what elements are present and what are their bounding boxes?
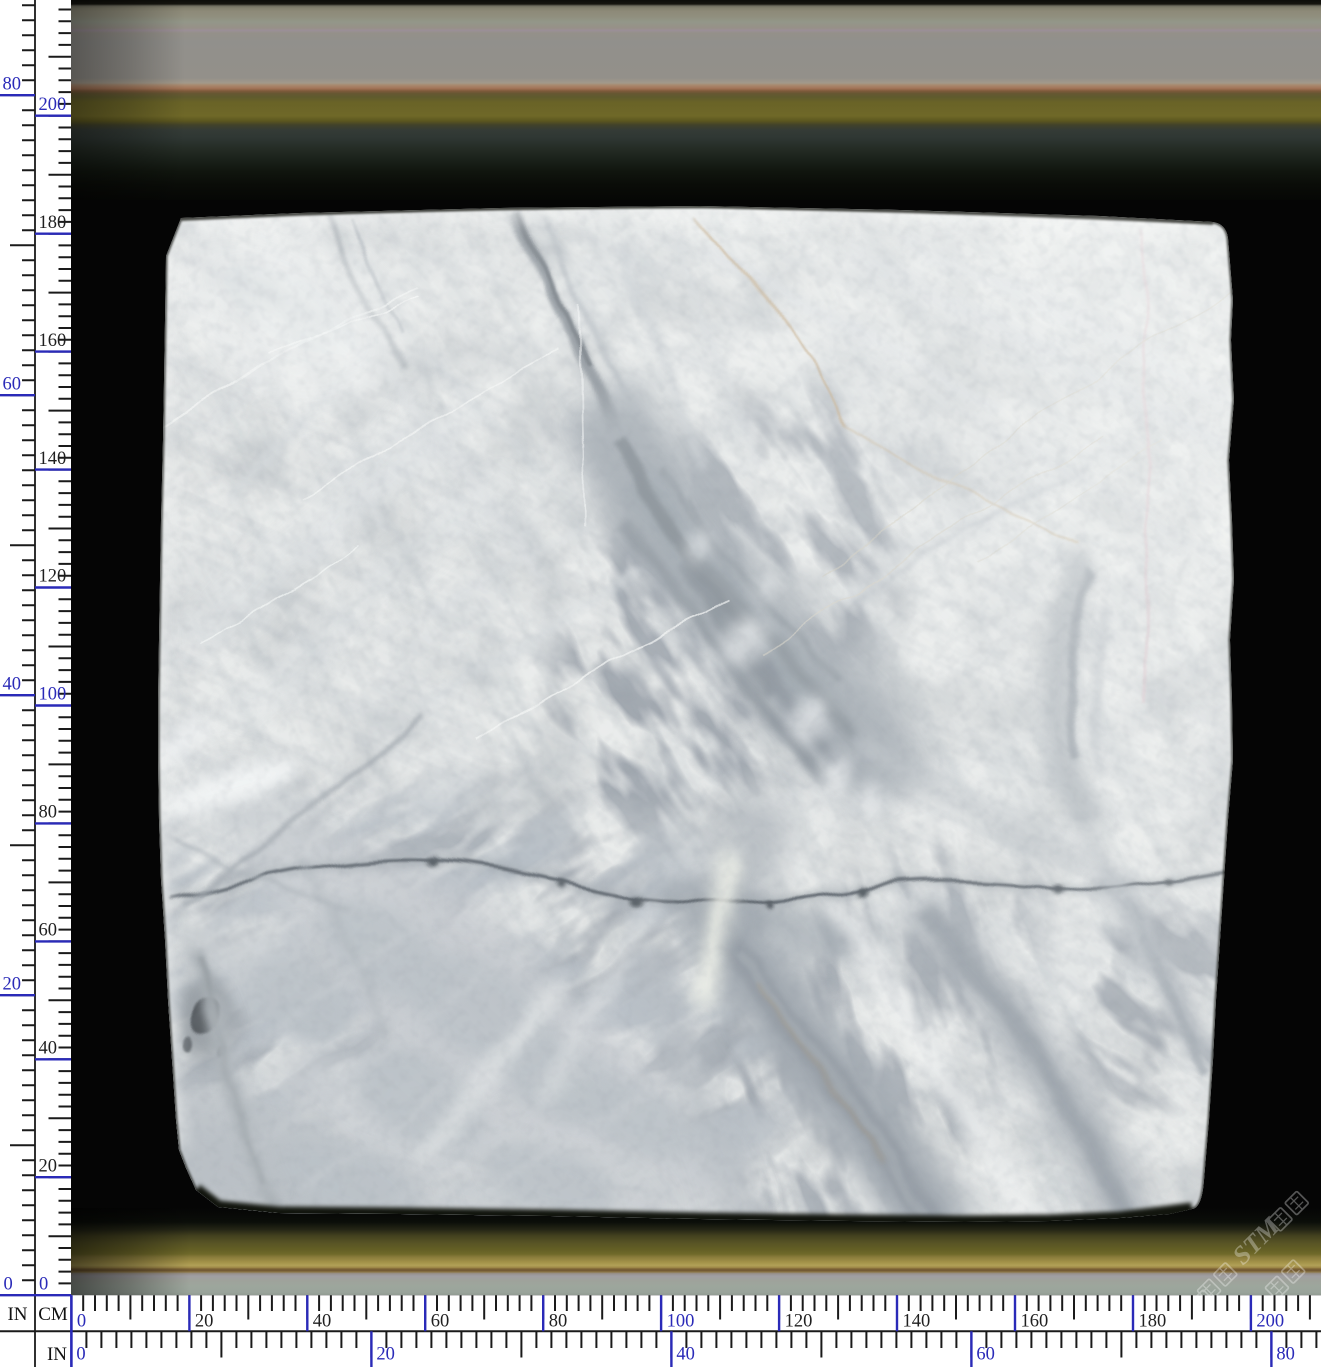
svg-text:60: 60 (431, 1312, 450, 1332)
svg-text:60: 60 (3, 374, 22, 394)
svg-text:20: 20 (3, 974, 22, 994)
svg-text:60: 60 (39, 921, 58, 941)
svg-text:180: 180 (1139, 1312, 1167, 1332)
svg-text:20: 20 (39, 1157, 58, 1177)
svg-text:140: 140 (39, 449, 67, 469)
svg-text:40: 40 (676, 1345, 695, 1365)
svg-text:IN: IN (47, 1344, 67, 1365)
svg-text:80: 80 (1276, 1345, 1295, 1365)
svg-text:0: 0 (77, 1312, 86, 1332)
svg-text:160: 160 (39, 331, 67, 351)
svg-text:40: 40 (39, 1039, 58, 1059)
svg-text:0: 0 (39, 1274, 48, 1294)
svg-text:160: 160 (1021, 1312, 1049, 1332)
svg-text:20: 20 (376, 1345, 395, 1365)
svg-text:200: 200 (39, 95, 67, 115)
svg-text:120: 120 (785, 1312, 813, 1332)
svg-text:0: 0 (4, 1274, 13, 1294)
svg-text:CM: CM (38, 1304, 68, 1325)
svg-text:180: 180 (39, 213, 67, 233)
svg-text:80: 80 (549, 1312, 568, 1332)
svg-text:140: 140 (903, 1312, 931, 1332)
svg-text:0: 0 (76, 1345, 85, 1365)
svg-text:IN: IN (7, 1304, 27, 1325)
svg-text:60: 60 (976, 1345, 995, 1365)
svg-text:100: 100 (39, 685, 67, 705)
svg-text:40: 40 (313, 1312, 332, 1332)
svg-text:20: 20 (195, 1312, 214, 1332)
svg-text:100: 100 (667, 1312, 695, 1332)
svg-text:80: 80 (39, 803, 58, 823)
svg-text:40: 40 (3, 674, 22, 694)
svg-text:200: 200 (1256, 1312, 1284, 1332)
svg-text:120: 120 (39, 567, 67, 587)
svg-text:80: 80 (3, 74, 22, 94)
